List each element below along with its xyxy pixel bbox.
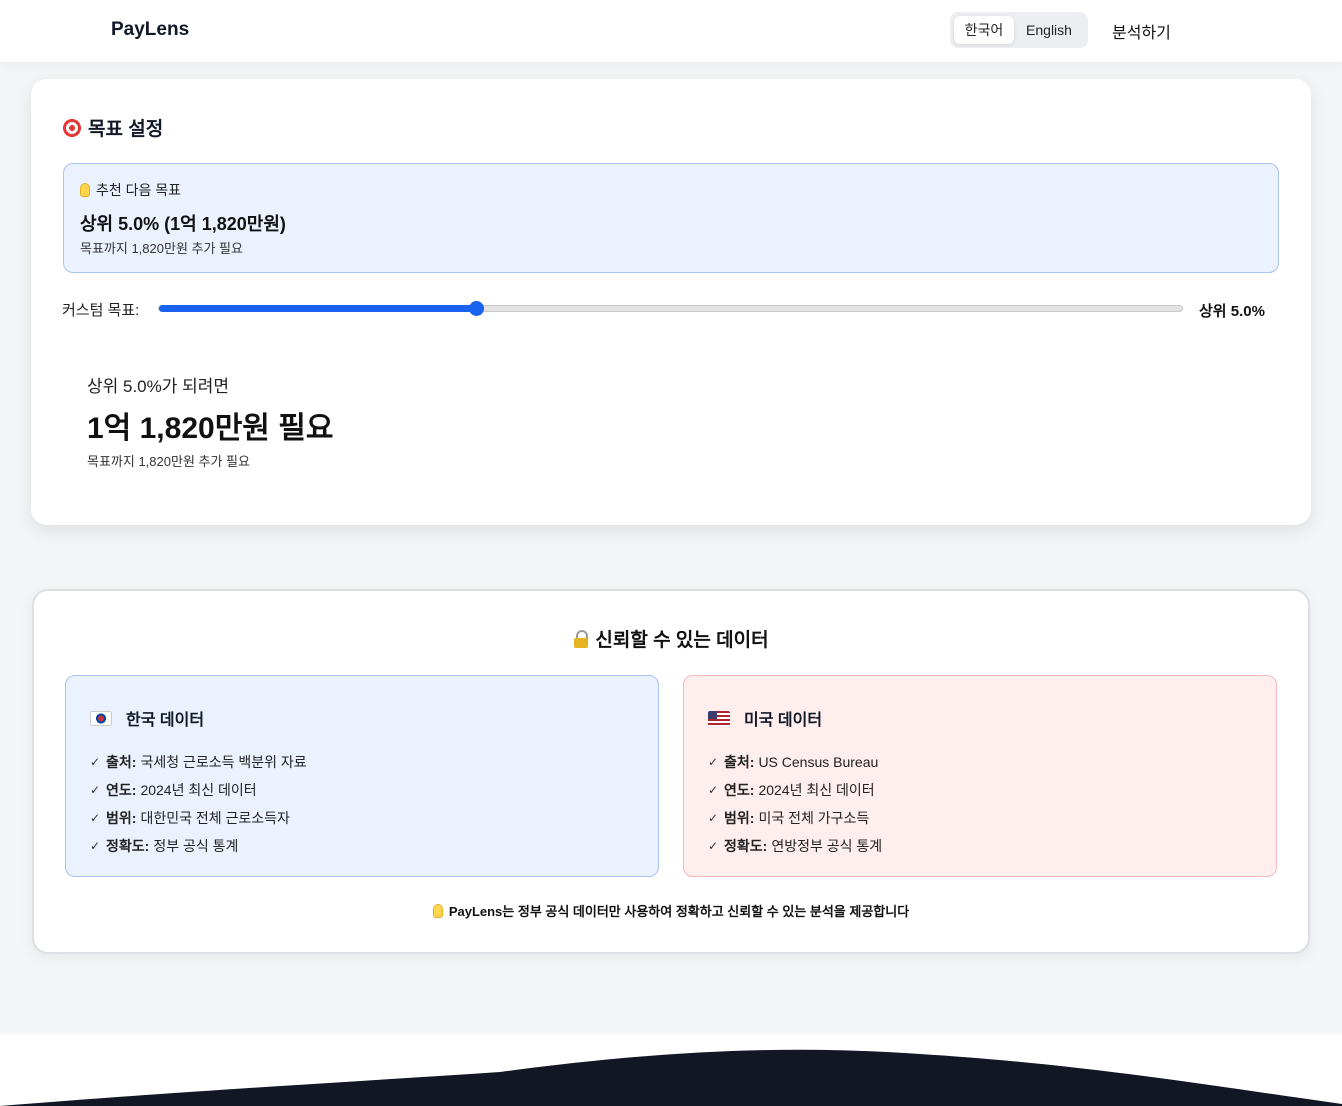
list-item: ✓ 정확도: 정부 공식 통계 bbox=[90, 838, 239, 854]
custom-goal-label: 커스텀 목표: bbox=[62, 302, 140, 319]
korea-data-list: ✓ 출처: 국세청 근로소득 백분위 자료 ✓ 연도: 2024년 최신 데이터 ✓ 범위… bbox=[90, 748, 307, 860]
goal-title: 목표 설정 bbox=[62, 114, 163, 141]
korea-data-title-text: 한국 데이터 bbox=[126, 712, 205, 729]
lightbulb-icon bbox=[80, 183, 90, 197]
trusted-data-card: 신뢰할 수 있는 데이터 한국 데이터 ✓ 출처: 국세청 근로소득 백분위 자료 … bbox=[32, 589, 1310, 954]
us-data-title: 미국 데이터 bbox=[708, 706, 822, 730]
goal-setting-card: 목표 설정 추천 다음 목표 상위 5.0% (1억 1,820만원) 목표까지… bbox=[31, 79, 1311, 525]
korea-flag-icon bbox=[90, 710, 112, 726]
needed-intro: 상위 5.0%가 되려면 bbox=[87, 377, 230, 396]
footer-wave-area bbox=[0, 1034, 1342, 1106]
list-item: ✓ 출처: 국세청 근로소득 백분위 자료 bbox=[90, 754, 307, 770]
recommended-goal-value: 상위 5.0% (1억 1,820만원) bbox=[80, 214, 286, 234]
check-icon: ✓ bbox=[90, 839, 101, 853]
language-toggle: 한국어 English bbox=[950, 12, 1088, 48]
check-icon: ✓ bbox=[708, 839, 719, 853]
korea-data-title: 한국 데이터 bbox=[90, 706, 204, 730]
trusted-data-title: 신뢰할 수 있는 데이터 bbox=[34, 625, 1308, 652]
recommended-goal-box: 추천 다음 목표 상위 5.0% (1억 1,820만원) 목표까지 1,820… bbox=[63, 163, 1279, 273]
lang-english-button[interactable]: English bbox=[1014, 16, 1084, 44]
list-item: ✓ 연도: 2024년 최신 데이터 bbox=[90, 782, 257, 798]
us-data-list: ✓ 출처: US Census Bureau ✓ 연도: 2024년 최신 데이터 ✓ 범… bbox=[708, 748, 882, 860]
check-icon: ✓ bbox=[90, 811, 101, 825]
custom-goal-slider[interactable] bbox=[158, 301, 1183, 316]
us-flag-icon bbox=[708, 710, 730, 726]
check-icon: ✓ bbox=[708, 783, 719, 797]
list-item: ✓ 정확도: 연방정부 공식 통계 bbox=[708, 838, 883, 854]
goal-title-text: 목표 설정 bbox=[88, 119, 164, 140]
brand-logo[interactable]: PayLens bbox=[111, 19, 189, 41]
us-data-title-text: 미국 데이터 bbox=[744, 712, 823, 729]
recommended-goal-label: 추천 다음 목표 bbox=[80, 180, 181, 200]
trust-note: PayLens는 정부 공식 데이터만 사용하여 정확하고 신뢰할 수 있는 분… bbox=[34, 901, 1308, 920]
target-icon bbox=[62, 117, 82, 138]
slider-thumb[interactable] bbox=[469, 301, 485, 316]
check-icon: ✓ bbox=[90, 755, 101, 769]
check-icon: ✓ bbox=[708, 755, 719, 769]
list-item: ✓ 연도: 2024년 최신 데이터 bbox=[708, 782, 875, 798]
check-icon: ✓ bbox=[90, 783, 101, 797]
trust-note-text: PayLens는 정부 공식 데이터만 사용하여 정확하고 신뢰할 수 있는 분… bbox=[448, 904, 910, 919]
list-item: ✓ 출처: US Census Bureau bbox=[708, 754, 879, 770]
lang-korean-button[interactable]: 한국어 bbox=[954, 16, 1014, 44]
top-header: PayLens 한국어 English 분석하기 bbox=[0, 0, 1342, 62]
analyze-link[interactable]: 분석하기 bbox=[1112, 19, 1171, 43]
lightbulb-icon bbox=[432, 903, 443, 918]
us-data-box: 미국 데이터 ✓ 출처: US Census Bureau ✓ 연도: 2024년 최신… bbox=[683, 675, 1277, 877]
lock-icon bbox=[573, 629, 589, 648]
trusted-data-title-text: 신뢰할 수 있는 데이터 bbox=[595, 630, 769, 651]
custom-goal-value: 상위 5.0% bbox=[1199, 303, 1265, 320]
list-item: ✓ 범위: 미국 전체 가구소득 bbox=[708, 810, 870, 826]
needed-amount: 1억 1,820만원 필요 bbox=[87, 412, 334, 445]
footer-wave bbox=[0, 1049, 1342, 1106]
check-icon: ✓ bbox=[708, 811, 719, 825]
recommended-goal-sub: 목표까지 1,820만원 추가 필요 bbox=[80, 241, 243, 256]
recommended-goal-label-text: 추천 다음 목표 bbox=[96, 182, 182, 198]
needed-sub: 목표까지 1,820만원 추가 필요 bbox=[87, 454, 250, 469]
list-item: ✓ 범위: 대한민국 전체 근로소득자 bbox=[90, 810, 290, 826]
korea-data-box: 한국 데이터 ✓ 출처: 국세청 근로소득 백분위 자료 ✓ 연도: 2024년 최신 … bbox=[65, 675, 659, 877]
slider-fill bbox=[159, 305, 477, 312]
